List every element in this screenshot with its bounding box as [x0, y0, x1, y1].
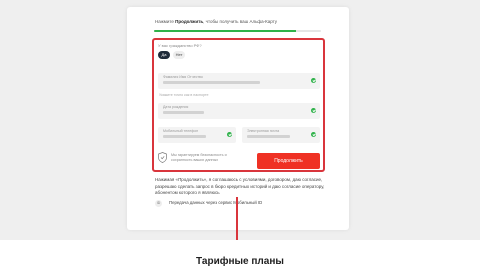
- hint-text-start: Нажмите: [155, 19, 176, 24]
- application-card: Нажмите Продолжить, чтобы получить ваш А…: [127, 7, 349, 230]
- phone-value-blurred: [163, 135, 206, 138]
- fio-value-blurred: [163, 81, 261, 84]
- citizenship-label: У вас гражданство РФ?: [158, 43, 202, 48]
- top-hint: Нажмите Продолжить, чтобы получить ваш А…: [155, 19, 277, 24]
- hint-action: Продолжить: [175, 19, 204, 24]
- check-icon: [227, 132, 232, 137]
- security-text: Мы гарантируем безопасность и сохранност…: [171, 153, 227, 162]
- birth-date-value-blurred: [163, 111, 204, 114]
- check-icon: [311, 132, 316, 137]
- email-field[interactable]: Электронная почта: [242, 127, 320, 143]
- fio-hint: Укажите точно как в паспорте: [159, 93, 209, 97]
- birth-date-label: Дата рождения: [163, 105, 189, 109]
- hint-text-end: , чтобы получить ваш Альфа-Карту: [203, 19, 278, 24]
- phone-field[interactable]: Мобильный телефон: [158, 127, 236, 143]
- email-value-blurred: [247, 135, 290, 138]
- progress-bar: [154, 30, 321, 32]
- security-note: Мы гарантируем безопасность и сохранност…: [158, 151, 238, 165]
- progress-fill: [154, 30, 296, 32]
- citizenship-no-button[interactable]: Нет: [173, 51, 185, 59]
- continue-button[interactable]: Продолжить: [257, 153, 320, 169]
- email-label: Электронная почта: [247, 129, 280, 133]
- mobile-id-text: Передача данных через сервис Мобильный I…: [169, 200, 263, 205]
- form-frame: У вас гражданство РФ? Да Нет Фамилия Имя…: [152, 38, 325, 172]
- shield-icon: [158, 152, 167, 163]
- consent-text: Нажимая «Продолжить», я соглашаюсь с усл…: [155, 177, 325, 195]
- section-title: Тарифные планы: [196, 256, 284, 267]
- citizenship-yes-button[interactable]: Да: [158, 51, 170, 59]
- fio-field[interactable]: Фамилия Имя Отчество: [158, 73, 320, 89]
- check-icon: [311, 78, 316, 83]
- mobile-id-icon: ID: [155, 200, 162, 207]
- birth-date-field[interactable]: Дата рождения: [158, 103, 320, 119]
- check-icon: [311, 108, 316, 113]
- phone-label: Мобильный телефон: [163, 129, 199, 133]
- fio-label: Фамилия Имя Отчество: [163, 75, 203, 79]
